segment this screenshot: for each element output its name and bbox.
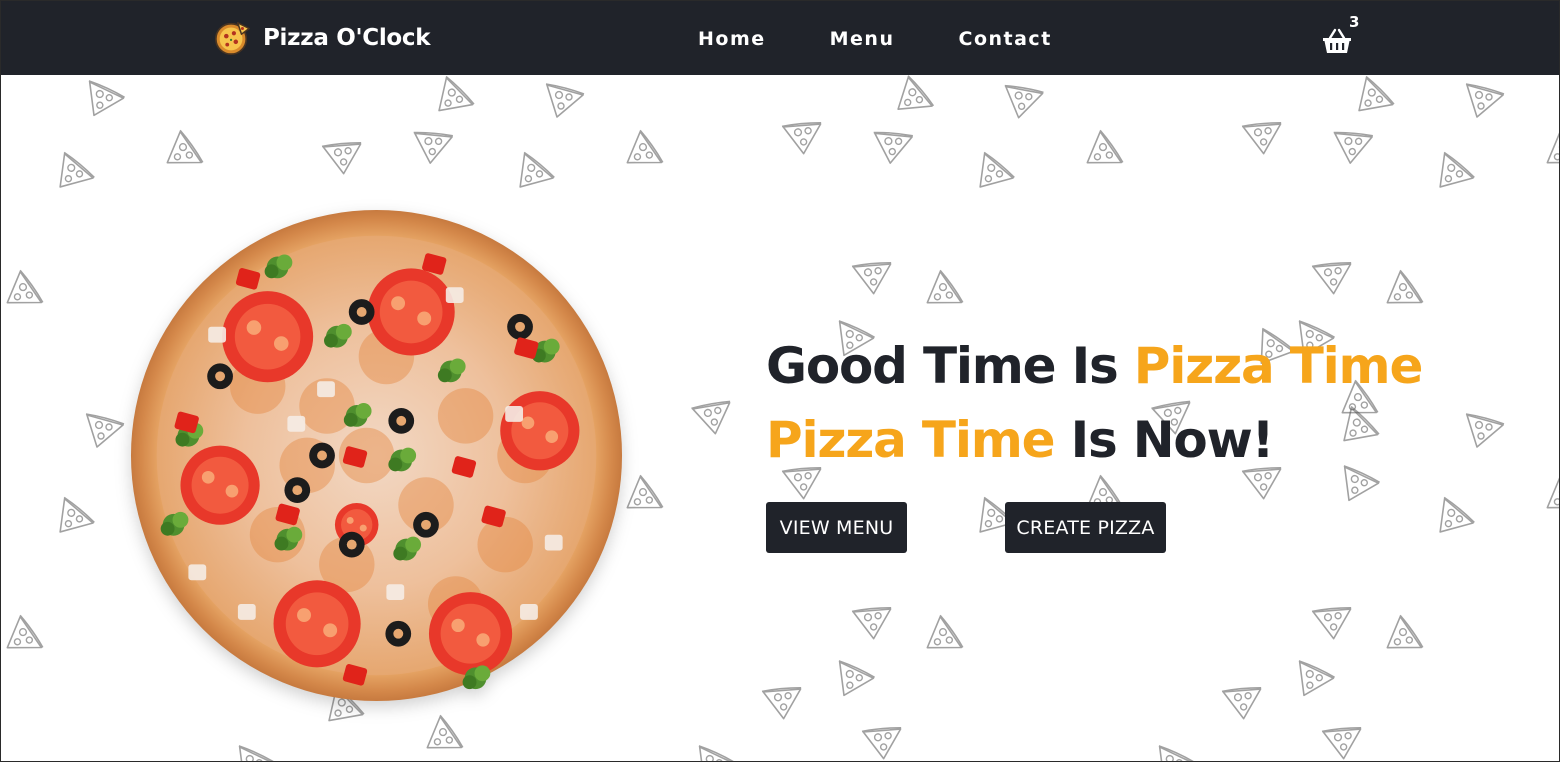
pizza-slice-outline-icon xyxy=(411,705,479,761)
pizza-slice-outline-icon xyxy=(503,142,567,206)
brand-link[interactable]: Pizza O'Clock xyxy=(213,19,431,57)
pizza-slice-outline-icon xyxy=(827,651,883,707)
pizza-slice-outline-icon xyxy=(854,708,916,761)
brand-name: Pizza O'Clock xyxy=(263,25,431,51)
pizza-slice-outline-icon xyxy=(1423,142,1487,206)
pizza-slice-outline-icon xyxy=(867,116,923,172)
pizza-slice-outline-icon xyxy=(407,116,463,172)
pizza-slice-outline-icon xyxy=(1327,116,1383,172)
nav-link-contact[interactable]: Contact xyxy=(959,25,1052,53)
pizza-slice-outline-icon xyxy=(882,66,949,133)
headline-text-dark: Good Time Is xyxy=(766,337,1134,395)
headline-line-1: Good Time Is Pizza Time xyxy=(766,329,1506,403)
pizza-slice-outline-icon xyxy=(1314,708,1376,761)
cart-count-badge: 3 xyxy=(1349,13,1360,31)
pizza-slice-outline-icon xyxy=(314,123,376,185)
pizza-slice-outline-icon xyxy=(687,736,743,761)
cart-button[interactable]: 3 xyxy=(1321,13,1365,57)
pizza-slice-outline-icon xyxy=(77,71,133,127)
pizza-slice-outline-icon xyxy=(999,73,1051,125)
pizza-slice-outline-icon xyxy=(541,75,589,123)
nav-links: Home Menu Contact xyxy=(698,25,1116,53)
pizza-slice-outline-icon xyxy=(1342,66,1408,132)
pizza-slice-outline-icon xyxy=(774,103,836,165)
pizza-slice-outline-icon xyxy=(1304,588,1366,650)
pizza-slice-outline-icon xyxy=(43,142,107,206)
pizza-slice-outline-icon xyxy=(911,260,979,328)
nav-link-menu[interactable]: Menu xyxy=(830,25,895,53)
shopping-basket-icon xyxy=(1321,27,1353,55)
pizza-image xyxy=(129,208,624,745)
pizza-slice-outline-icon xyxy=(1,605,59,673)
pizza-slice-outline-icon xyxy=(227,736,283,761)
pizza-slice-outline-icon xyxy=(1371,260,1439,328)
headline-text-accent: Pizza Time xyxy=(1133,337,1424,395)
pizza-slice-outline-icon xyxy=(1071,120,1139,188)
headline-line-2: Pizza Time Is Now! xyxy=(766,403,1506,477)
pizza-slice-outline-icon xyxy=(911,605,979,673)
pizza-slice-outline-icon xyxy=(422,66,488,132)
pizza-slice-outline-icon xyxy=(1214,668,1276,730)
pizza-slice-outline-icon xyxy=(1287,651,1343,707)
nav-link-home[interactable]: Home xyxy=(698,25,766,53)
pizza-slice-outline-icon xyxy=(754,668,816,730)
pizza-slice-outline-icon xyxy=(844,243,906,305)
pizza-slice-outline-icon xyxy=(1531,465,1559,533)
pizza-slice-outline-icon xyxy=(1304,243,1366,305)
pizza-slice-outline-icon xyxy=(151,120,219,188)
pizza-slice-outline-icon xyxy=(1461,75,1509,123)
navbar: Pizza O'Clock Home Menu Contact 3 xyxy=(1,1,1559,75)
pizza-logo-icon xyxy=(213,19,251,57)
pizza-slice-outline-icon xyxy=(1234,103,1296,165)
create-pizza-button[interactable]: CREATE PIZZA xyxy=(1005,502,1166,553)
pizza-slice-outline-icon xyxy=(1423,487,1487,551)
pizza-slice-outline-icon xyxy=(611,120,679,188)
headline-text-accent: Pizza Time xyxy=(766,411,1056,469)
pizza-slice-outline-icon xyxy=(1531,120,1559,188)
view-menu-button[interactable]: VIEW MENU xyxy=(766,502,907,553)
pizza-slice-outline-icon xyxy=(844,588,906,650)
pizza-slice-outline-icon xyxy=(81,405,129,453)
hero-headline: Good Time Is Pizza Time Pizza Time Is No… xyxy=(766,329,1506,477)
pizza-slice-outline-icon xyxy=(683,382,747,446)
pizza-slice-outline-icon xyxy=(963,142,1027,206)
pizza-slice-outline-icon xyxy=(43,487,107,551)
pizza-slice-outline-icon xyxy=(1147,736,1203,761)
pizza-slice-outline-icon xyxy=(1,260,59,328)
headline-text-dark: Is Now! xyxy=(1054,411,1275,469)
pizza-slice-outline-icon xyxy=(1371,605,1439,673)
page: Pizza O'Clock Home Menu Contact 3 Good T… xyxy=(0,0,1560,762)
